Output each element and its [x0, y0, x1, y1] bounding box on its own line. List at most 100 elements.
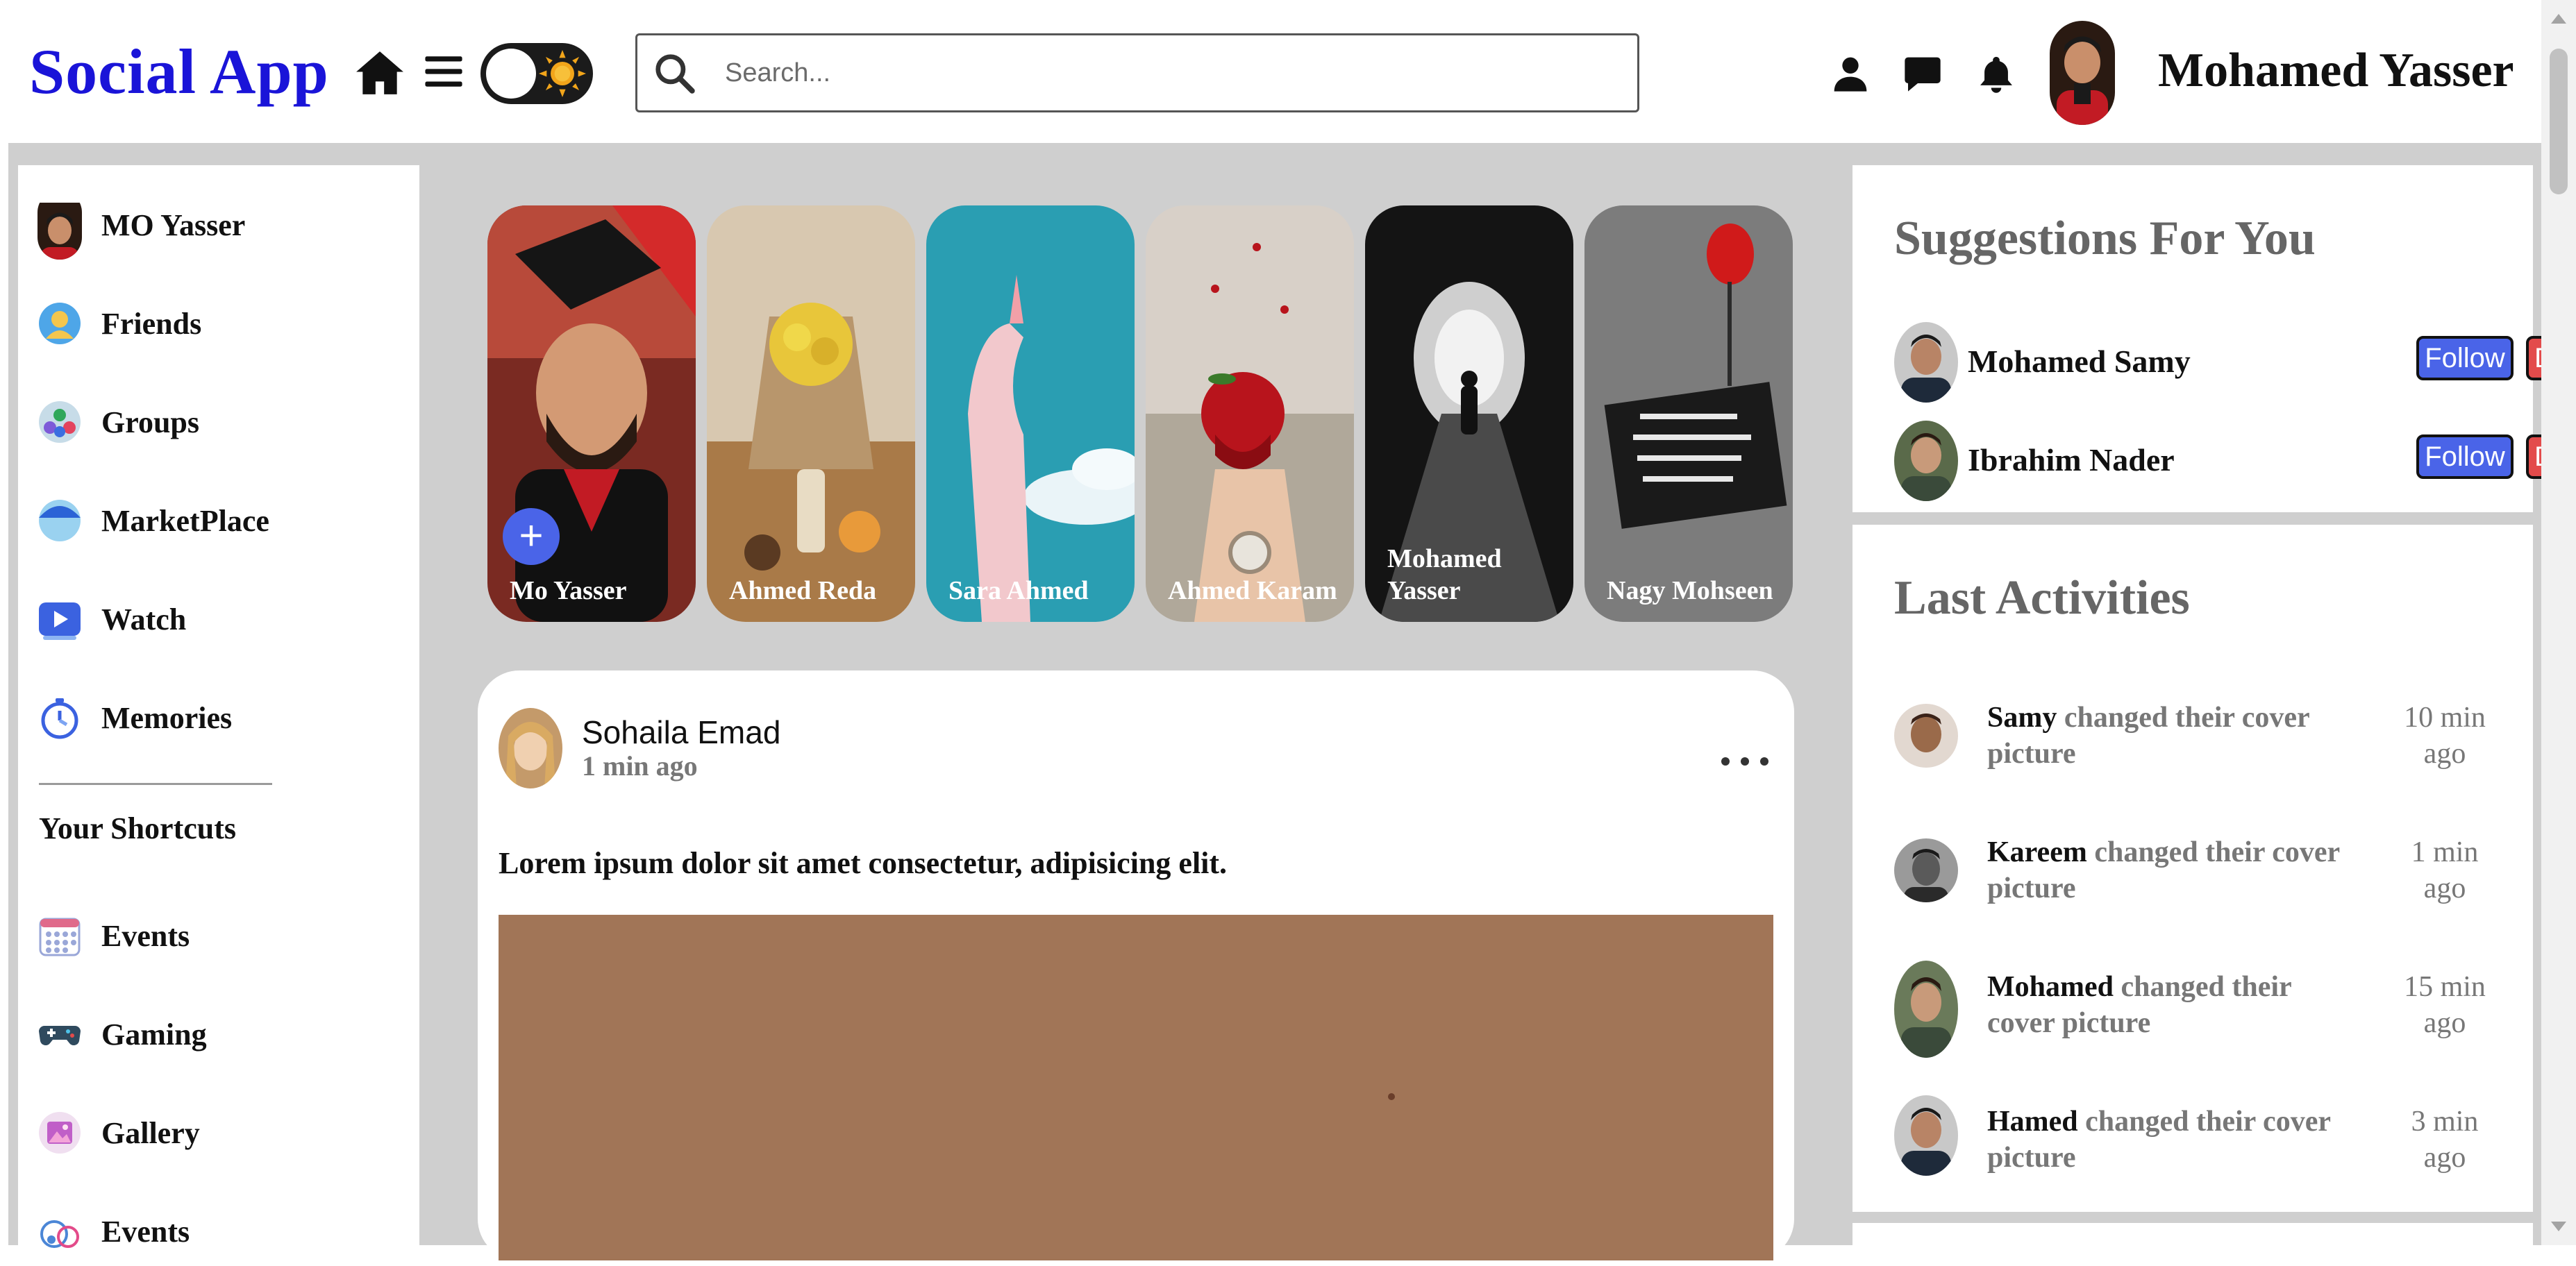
user-icon[interactable]	[1831, 54, 1870, 93]
sidebar-item-marketplace[interactable]: MarketPlace	[37, 486, 269, 555]
sidebar-item-label: Gaming	[101, 1017, 207, 1052]
scrollbar-thumb[interactable]	[2550, 49, 2568, 194]
suggestions-panel: Suggestions For You Mohamed Samy Follow …	[1852, 165, 2576, 512]
suggestion-row: Ibrahim Nader Follow Dismiss	[1894, 421, 2576, 501]
story-name: Ahmed Karam	[1168, 576, 1337, 605]
story-card[interactable]: Ahmed Karam	[1146, 205, 1354, 622]
activity-row[interactable]: Mohamed changed their cover picture 15 m…	[1894, 961, 2519, 1058]
user-avatar[interactable]	[2050, 21, 2115, 125]
activity-time: 10 min ago	[2404, 702, 2486, 770]
story-card[interactable]: Ahmed Reda	[707, 205, 915, 622]
story-card[interactable]: + Mo Yasser	[487, 205, 696, 622]
activity-row[interactable]: Samy changed their cover picture 10 min …	[1894, 691, 2519, 788]
suggestion-avatar[interactable]	[1894, 421, 1958, 501]
activities-panel: Last Activities Samy changed their cover…	[1852, 525, 2533, 1212]
suggestions-title: Suggestions For You	[1894, 212, 2316, 265]
friends-icon	[39, 303, 81, 344]
bell-icon[interactable]	[1976, 53, 2016, 94]
scroll-up-arrow[interactable]	[2551, 14, 2566, 24]
sidebar-item-label: Watch	[101, 602, 187, 636]
story-name: Ahmed Reda	[729, 576, 877, 605]
search-bar[interactable]	[635, 33, 1639, 112]
marketplace-icon	[39, 500, 81, 541]
story-name: Nagy Mohseen	[1607, 576, 1773, 605]
memories-icon	[41, 698, 78, 739]
sidebar-item-label: MarketPlace	[101, 503, 269, 538]
activity-row[interactable]: Kareem changed their cover picture 1 min…	[1894, 826, 2519, 923]
top-navbar: Social App Search... Mohamed Yasser	[0, 0, 2541, 146]
suggestion-row: Mohamed Samy Follow Dismiss	[1894, 322, 2576, 403]
story-image	[707, 205, 915, 622]
story-name: Mo Yasser	[510, 576, 627, 605]
toggle-knob	[486, 49, 536, 99]
sidebar-item-label: Friends	[101, 306, 202, 341]
suggestion-avatar[interactable]	[1894, 322, 1958, 403]
activity-time: 15 min ago	[2404, 971, 2486, 1039]
add-story-button[interactable]: +	[503, 508, 560, 565]
avatar	[37, 203, 82, 260]
sidebar-item-gallery[interactable]: Gallery	[37, 1098, 200, 1167]
page-scrollbar[interactable]	[2541, 0, 2576, 1245]
activity-user: Hamed	[1987, 1106, 2078, 1138]
suggestion-name[interactable]: Mohamed Samy	[1968, 343, 2191, 380]
sidebar-item-label: Events	[101, 918, 190, 953]
left-sidebar: MO Yasser Friends Groups MarketPlace Wat…	[18, 165, 419, 1249]
shortcuts-heading: Your Shortcuts	[39, 811, 237, 845]
sidebar-item-profile[interactable]: MO Yasser	[37, 190, 245, 260]
activity-avatar	[1894, 838, 1958, 902]
sidebar-item-label: Memories	[101, 700, 233, 735]
sidebar-item-events[interactable]: Events	[37, 901, 190, 970]
story-card[interactable]: Nagy Mohseen	[1584, 205, 1793, 622]
activity-avatar	[1894, 1095, 1958, 1176]
follow-button[interactable]: Follow	[2416, 434, 2514, 479]
app-logo[interactable]: Social App	[29, 35, 329, 108]
home-icon[interactable]	[354, 47, 405, 99]
story-card[interactable]: Mohamed Yasser	[1365, 205, 1573, 622]
story-name: Sara Ahmed	[948, 576, 1089, 605]
sidebar-item-watch[interactable]: Watch	[37, 584, 186, 654]
post-card: Sohaila Emad 1 min ago Lorem ipsum dolor…	[478, 670, 1794, 1260]
activity-text: Hamed changed their cover picture	[1987, 1104, 2348, 1176]
post-text: Lorem ipsum dolor sit amet consectetur, …	[499, 846, 1228, 880]
story-card[interactable]: Sara Ahmed	[926, 205, 1135, 622]
story-image	[926, 205, 1135, 622]
follow-button[interactable]: Follow	[2416, 336, 2514, 380]
sun-icon	[539, 50, 586, 97]
search-input[interactable]	[724, 57, 1594, 89]
menu-icon[interactable]	[424, 51, 464, 92]
gaming-icon	[39, 1026, 81, 1046]
activity-time: 3 min ago	[2411, 1106, 2479, 1174]
events-icon	[39, 918, 81, 956]
activity-text: Samy changed their cover picture	[1987, 700, 2348, 772]
scroll-down-arrow[interactable]	[2551, 1222, 2566, 1231]
sidebar-item-label: Gallery	[101, 1115, 200, 1150]
story-image	[1584, 205, 1793, 622]
activity-row[interactable]: Hamed changed their cover picture 3 min …	[1894, 1095, 2519, 1192]
watch-icon	[39, 602, 81, 640]
sidebar-item-memories[interactable]: Memories	[37, 683, 232, 752]
activities-title: Last Activities	[1894, 571, 2190, 625]
main-area: MO Yasser Friends Groups MarketPlace Wat…	[8, 143, 2576, 1260]
groups-icon	[39, 401, 81, 443]
activity-text: Kareem changed their cover picture	[1987, 834, 2348, 906]
sidebar-item-friends[interactable]: Friends	[37, 289, 201, 358]
suggestion-name[interactable]: Ibrahim Nader	[1968, 441, 2175, 478]
post-author[interactable]: Sohaila Emad	[582, 714, 780, 751]
next-panel	[1852, 1223, 2533, 1251]
theme-toggle[interactable]	[480, 43, 593, 104]
activity-user: Kareem	[1987, 836, 2087, 868]
activity-avatar	[1894, 704, 1958, 768]
post-author-avatar[interactable]	[499, 708, 562, 788]
sidebar-item-gaming[interactable]: Gaming	[37, 999, 207, 1069]
post-image[interactable]	[499, 915, 1773, 1260]
sidebar-item-events-2[interactable]: Events	[37, 1197, 190, 1266]
activity-text: Mohamed changed their cover picture	[1987, 969, 2348, 1041]
activity-avatar	[1894, 961, 1958, 1058]
nav-username[interactable]: Mohamed Yasser	[2158, 43, 2514, 99]
sidebar-item-groups[interactable]: Groups	[37, 387, 199, 457]
more-options-icon[interactable]	[1721, 757, 1769, 766]
gallery-icon	[39, 1112, 81, 1154]
story-image	[1146, 205, 1354, 622]
chat-icon[interactable]	[1902, 54, 1943, 93]
activity-user: Samy	[1987, 702, 2057, 734]
